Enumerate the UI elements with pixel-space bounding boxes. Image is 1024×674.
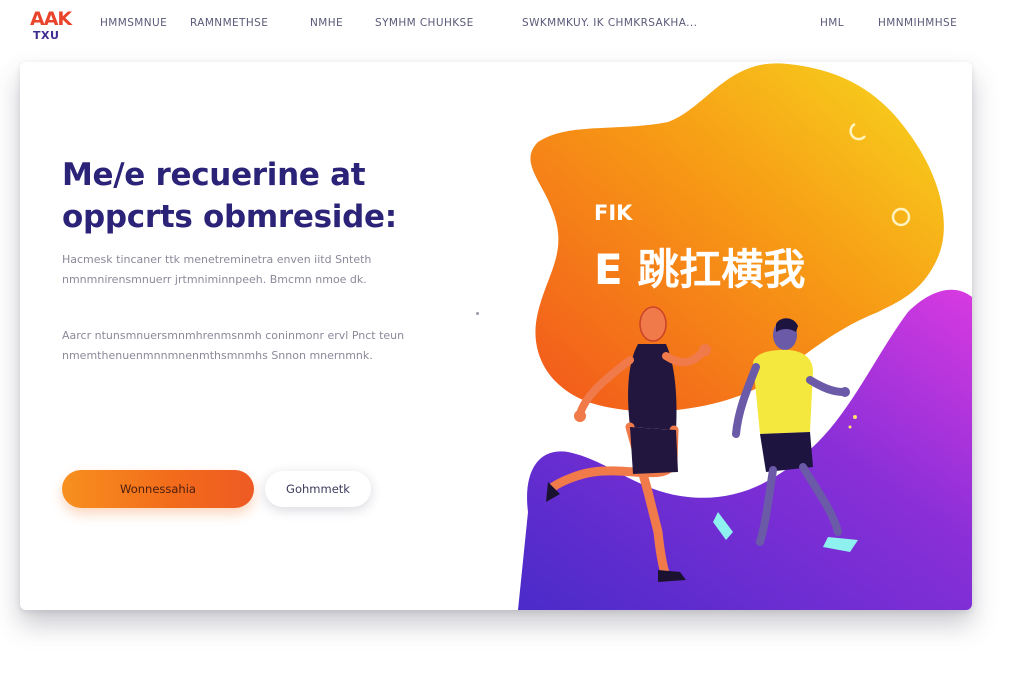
brand-logo[interactable]: AAK TXU bbox=[30, 8, 72, 46]
art-title-small: FIK bbox=[594, 201, 633, 225]
decor-dot-2 bbox=[848, 425, 852, 429]
hero-paragraph-2: Aarcr ntunsmnuersmnmhrenmsnmh coninmonr … bbox=[62, 329, 405, 362]
decorative-dot bbox=[476, 312, 479, 315]
nav-link-1[interactable]: HMMSMNUE bbox=[100, 17, 167, 29]
logo-mark-top: AAK bbox=[30, 8, 72, 30]
secondary-cta-button[interactable]: Gohmmetk bbox=[265, 471, 371, 507]
top-navigation: AAK TXU HMMSMNUE RAMNMETHSE NMHE SYMHM C… bbox=[0, 0, 1024, 52]
runners-illustration: FIK E 跳扛横我 bbox=[518, 63, 972, 610]
nav-link-7[interactable]: HMNMIHMHSE bbox=[878, 17, 957, 29]
primary-cta-button[interactable]: Wonnessahia bbox=[62, 470, 254, 508]
nav-link-4[interactable]: SYMHM CHUHKSE bbox=[375, 17, 474, 29]
logo-mark-bottom: TXU bbox=[33, 29, 60, 42]
hero-headline: Me/e recuerine at oppcrts obmreside: bbox=[62, 154, 492, 238]
hero-paragraph-1: Hacmesk tincaner ttk menetreminetra enve… bbox=[62, 253, 372, 286]
hero-headline-line-2: oppcrts obmreside: bbox=[62, 199, 397, 235]
nav-link-6[interactable]: HML bbox=[820, 17, 844, 29]
hero-card: Me/e recuerine at oppcrts obmreside: Hac… bbox=[20, 62, 972, 610]
art-title-big: E 跳扛横我 bbox=[594, 245, 805, 294]
nav-link-5[interactable]: SWKMMKUY. IK CHMKRSAKHA... bbox=[522, 17, 697, 29]
decor-dot-1 bbox=[853, 415, 857, 419]
nav-link-2[interactable]: RAMNMETHSE bbox=[190, 17, 268, 29]
hero-illustration: FIK E 跳扛横我 bbox=[498, 62, 972, 610]
nav-link-3[interactable]: NMHE bbox=[310, 17, 343, 29]
hero-headline-line-1: Me/e recuerine at bbox=[62, 157, 366, 193]
